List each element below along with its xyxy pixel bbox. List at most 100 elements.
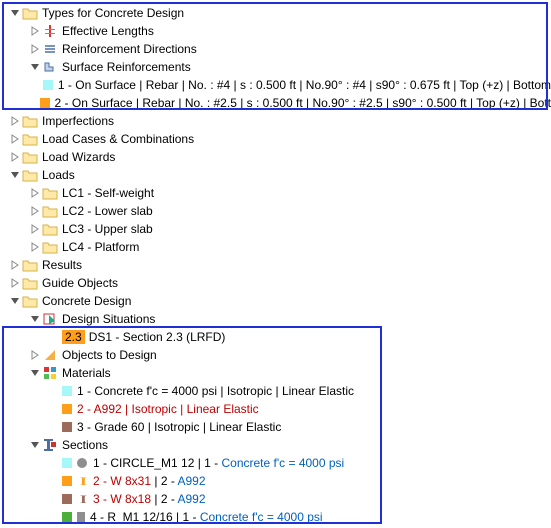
tree-item-load-cases-comb[interactable]: Load Cases & Combinations xyxy=(0,130,551,148)
tree-item-guide-objects[interactable]: Guide Objects xyxy=(0,274,551,292)
tree-label: 2 - W 8x31 | 2 - A992 xyxy=(93,474,206,488)
tree-item-effective-lengths[interactable]: Effective Lengths xyxy=(0,22,551,40)
folder-icon xyxy=(22,167,38,183)
tree-item-sr1[interactable]: 1 - On Surface | Rebar | No. : #4 | s : … xyxy=(0,76,551,94)
expander-closed-icon[interactable] xyxy=(28,24,42,38)
folder-icon xyxy=(22,113,38,129)
tree-label: 3 - Grade 60 | Isotropic | Linear Elasti… xyxy=(77,420,281,434)
expander-closed-icon[interactable] xyxy=(28,42,42,56)
tree-label: LC3 - Upper slab xyxy=(62,222,153,236)
tree-item-design-situations[interactable]: Design Situations xyxy=(0,310,551,328)
folder-icon xyxy=(22,293,38,309)
tree-label: Materials xyxy=(62,366,111,380)
folder-icon xyxy=(22,131,38,147)
color-swatch-icon xyxy=(62,386,72,396)
expander-closed-icon[interactable] xyxy=(28,348,42,362)
tree-label: Reinforcement Directions xyxy=(62,42,197,56)
expander-closed-icon[interactable] xyxy=(8,276,22,290)
tree-label: LC1 - Self-weight xyxy=(62,186,154,200)
folder-icon xyxy=(22,149,38,165)
expander-closed-icon[interactable] xyxy=(8,258,22,272)
tree-label: Surface Reinforcements xyxy=(62,60,191,74)
expander-closed-icon[interactable] xyxy=(8,150,22,164)
expander-closed-icon[interactable] xyxy=(8,132,22,146)
color-swatch-icon xyxy=(62,458,72,468)
tree-label: 2 - A992 | Isotropic | Linear Elastic xyxy=(77,402,259,416)
tree-item-load-wizards[interactable]: Load Wizards xyxy=(0,148,551,166)
tree-item-mat3[interactable]: 3 - Grade 60 | Isotropic | Linear Elasti… xyxy=(0,418,551,436)
tree-item-surface-reinforcements[interactable]: Surface Reinforcements xyxy=(0,58,551,76)
tree-item-sec3[interactable]: 3 - W 8x18 | 2 - A992 xyxy=(0,490,551,508)
tree-label: Guide Objects xyxy=(42,276,118,290)
tree-item-reinforcement-directions[interactable]: Reinforcement Directions xyxy=(0,40,551,58)
tree-item-lc3[interactable]: LC3 - Upper slab xyxy=(0,220,551,238)
tree-label: Load Cases & Combinations xyxy=(42,132,194,146)
tree-item-sec4[interactable]: 4 - R_M1 12/16 | 1 - Concrete f'c = 4000… xyxy=(0,508,551,526)
folder-icon xyxy=(42,185,58,201)
tree-label: 2 - On Surface | Rebar | No. : #2.5 | s … xyxy=(55,96,551,110)
reinforcement-directions-icon xyxy=(42,41,58,57)
tree-label: 1 - On Surface | Rebar | No. : #4 | s : … xyxy=(58,78,551,92)
tree-label: Effective Lengths xyxy=(62,24,154,38)
color-swatch-icon xyxy=(62,404,72,414)
folder-icon xyxy=(42,239,58,255)
tree-label: Concrete Design xyxy=(42,294,131,308)
tree-item-ds1[interactable]: 2.3 DS1 - Section 2.3 (LRFD) xyxy=(0,328,551,346)
tree-item-lc2[interactable]: LC2 - Lower slab xyxy=(0,202,551,220)
tree-view: Types for Concrete Design Effective Leng… xyxy=(0,0,551,526)
tree-label: Objects to Design xyxy=(62,348,157,362)
tree-label: 1 - Concrete f'c = 4000 psi | Isotropic … xyxy=(77,384,354,398)
tree-label: Imperfections xyxy=(42,114,114,128)
tree-label: Sections xyxy=(62,438,108,452)
tree-item-mat2[interactable]: 2 - A992 | Isotropic | Linear Elastic xyxy=(0,400,551,418)
expander-closed-icon[interactable] xyxy=(28,186,42,200)
ds-badge: 2.3 xyxy=(62,330,85,344)
tree-label: Loads xyxy=(42,168,75,182)
expander-open-icon[interactable] xyxy=(8,168,22,182)
objects-to-design-icon xyxy=(42,347,58,363)
tree-item-sr2[interactable]: 2 - On Surface | Rebar | No. : #2.5 | s … xyxy=(0,94,551,112)
folder-icon xyxy=(42,221,58,237)
expander-closed-icon[interactable] xyxy=(8,114,22,128)
tree-label: DS1 - Section 2.3 (LRFD) xyxy=(89,330,226,344)
expander-closed-icon[interactable] xyxy=(28,240,42,254)
color-swatch-icon xyxy=(40,98,50,108)
folder-icon xyxy=(22,275,38,291)
tree-label: 1 - CIRCLE_M1 12 | 1 - Concrete f'c = 40… xyxy=(93,456,344,470)
color-swatch-icon xyxy=(62,476,72,486)
tree-item-sections[interactable]: Sections xyxy=(0,436,551,454)
expander-open-icon[interactable] xyxy=(8,6,22,20)
tree-label: Load Wizards xyxy=(42,150,115,164)
tree-item-materials[interactable]: Materials xyxy=(0,364,551,382)
tree-item-sec1[interactable]: 1 - CIRCLE_M1 12 | 1 - Concrete f'c = 40… xyxy=(0,454,551,472)
ibeam-section-icon xyxy=(77,492,89,507)
circle-section-icon xyxy=(77,458,87,468)
color-swatch-icon xyxy=(43,80,53,90)
expander-open-icon[interactable] xyxy=(8,294,22,308)
expander-open-icon[interactable] xyxy=(28,438,42,452)
color-swatch-icon xyxy=(62,494,72,504)
effective-lengths-icon xyxy=(42,23,58,39)
expander-open-icon[interactable] xyxy=(28,312,42,326)
tree-item-mat1[interactable]: 1 - Concrete f'c = 4000 psi | Isotropic … xyxy=(0,382,551,400)
design-situations-icon xyxy=(42,311,58,327)
expander-open-icon[interactable] xyxy=(28,60,42,74)
tree-item-lc1[interactable]: LC1 - Self-weight xyxy=(0,184,551,202)
expander-closed-icon[interactable] xyxy=(28,204,42,218)
folder-icon xyxy=(22,257,38,273)
tree-item-lc4[interactable]: LC4 - Platform xyxy=(0,238,551,256)
expander-closed-icon[interactable] xyxy=(28,222,42,236)
folder-icon xyxy=(42,203,58,219)
color-swatch-icon xyxy=(62,422,72,432)
tree-item-concrete-design[interactable]: Concrete Design xyxy=(0,292,551,310)
tree-item-sec2[interactable]: 2 - W 8x31 | 2 - A992 xyxy=(0,472,551,490)
rect-section-icon xyxy=(77,512,85,522)
tree-item-results[interactable]: Results xyxy=(0,256,551,274)
tree-label: LC4 - Platform xyxy=(62,240,139,254)
tree-item-imperfections[interactable]: Imperfections xyxy=(0,112,551,130)
tree-item-loads[interactable]: Loads xyxy=(0,166,551,184)
expander-open-icon[interactable] xyxy=(28,366,42,380)
tree-item-types-for-concrete[interactable]: Types for Concrete Design xyxy=(0,4,551,22)
folder-icon xyxy=(22,5,38,21)
tree-item-objects-to-design[interactable]: Objects to Design xyxy=(0,346,551,364)
